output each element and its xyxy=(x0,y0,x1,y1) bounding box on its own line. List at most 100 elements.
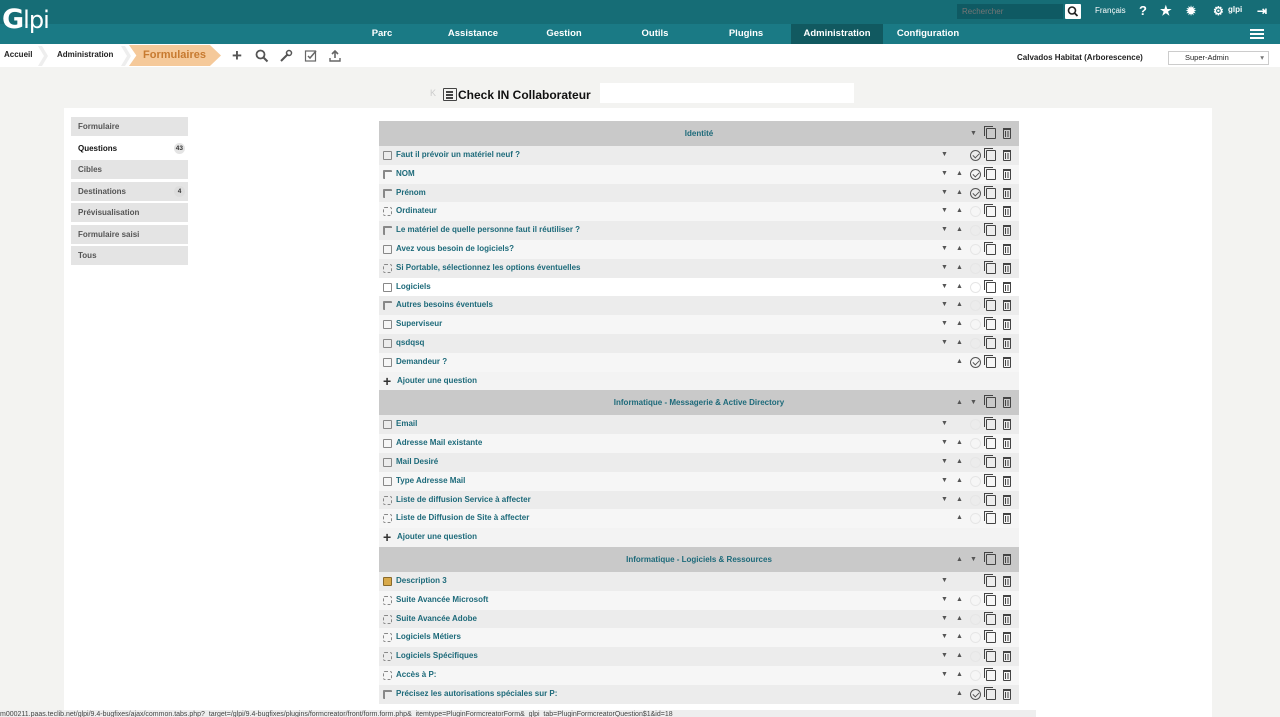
duplicate-icon[interactable] xyxy=(984,354,996,368)
delete-icon[interactable] xyxy=(1003,669,1011,681)
duplicate-icon[interactable] xyxy=(984,611,996,625)
move-up-icon[interactable]: ▲ xyxy=(956,666,963,685)
question-label[interactable]: Logiciels xyxy=(396,282,431,291)
tab-previsualisation[interactable]: Prévisualisation xyxy=(71,203,188,222)
duplicate-icon[interactable] xyxy=(984,223,996,237)
delete-icon[interactable] xyxy=(1003,150,1011,161)
move-down-icon[interactable]: ▼ xyxy=(941,184,948,203)
move-down-icon[interactable]: ▼ xyxy=(941,259,948,278)
menu-gestion[interactable]: Gestion xyxy=(534,24,594,44)
required-toggle-off[interactable] xyxy=(970,225,981,237)
question-label[interactable]: Type Adresse Mail xyxy=(396,476,465,485)
duplicate-icon[interactable] xyxy=(984,551,996,565)
search-icon[interactable] xyxy=(254,48,270,64)
move-up-icon[interactable]: ▲ xyxy=(956,390,963,415)
language-selector[interactable]: Français xyxy=(1095,6,1126,15)
required-toggle-off[interactable] xyxy=(970,613,981,625)
menu-administration[interactable]: Administration xyxy=(791,24,883,44)
menu-outils[interactable]: Outils xyxy=(628,24,682,44)
move-down-icon[interactable]: ▼ xyxy=(941,647,948,666)
move-up-icon[interactable]: ▲ xyxy=(956,472,963,491)
breadcrumb-home[interactable]: Accueil xyxy=(4,50,32,59)
question-label[interactable]: Description 3 xyxy=(396,576,447,585)
tab-formulaire[interactable]: Formulaire xyxy=(71,117,188,136)
required-toggle-off[interactable] xyxy=(970,632,981,644)
question-label[interactable]: Précisez les autorisations spéciales sur… xyxy=(396,689,557,698)
help-icon[interactable]: ? xyxy=(1139,4,1147,18)
delete-icon[interactable] xyxy=(1003,187,1011,199)
duplicate-icon[interactable] xyxy=(984,667,996,681)
delete-icon[interactable] xyxy=(1003,575,1011,587)
question-label[interactable]: Faut il prévoir un matériel neuf ? xyxy=(396,150,520,159)
tab-destinations[interactable]: Destinations 4 xyxy=(71,181,188,201)
delete-icon[interactable] xyxy=(1003,128,1011,139)
delete-icon[interactable] xyxy=(1003,438,1011,450)
move-down-icon[interactable]: ▼ xyxy=(941,610,948,629)
section-title[interactable]: Informatique - Logiciels & Ressources xyxy=(626,555,772,564)
delete-icon[interactable] xyxy=(1003,243,1011,255)
move-up-icon[interactable]: ▲ xyxy=(956,610,963,629)
move-up-icon[interactable]: ▲ xyxy=(956,221,963,240)
move-up-icon[interactable]: ▲ xyxy=(956,184,963,203)
required-toggle-on[interactable] xyxy=(970,168,981,180)
duplicate-icon[interactable] xyxy=(984,592,996,606)
move-down-icon[interactable]: ▼ xyxy=(941,572,948,591)
delete-icon[interactable] xyxy=(1003,356,1011,368)
breadcrumb-administration[interactable]: Administration xyxy=(57,50,113,59)
move-up-icon[interactable]: ▲ xyxy=(956,278,963,297)
duplicate-icon[interactable] xyxy=(984,473,996,487)
question-label[interactable]: Demandeur ? xyxy=(396,357,447,366)
question-label[interactable]: Logiciels Métiers xyxy=(396,632,461,641)
duplicate-icon[interactable] xyxy=(984,260,996,274)
move-down-icon[interactable]: ▼ xyxy=(941,240,948,259)
add-icon[interactable]: + xyxy=(229,47,245,64)
move-down-icon[interactable]: ▼ xyxy=(970,390,977,415)
star-icon[interactable]: ★ xyxy=(1160,4,1172,18)
move-down-icon[interactable]: ▼ xyxy=(941,296,948,315)
duplicate-icon[interactable] xyxy=(984,317,996,331)
question-label[interactable]: Prénom xyxy=(396,188,426,197)
required-toggle-off[interactable] xyxy=(970,513,981,525)
tab-tous[interactable]: Tous xyxy=(71,246,188,265)
move-down-icon[interactable]: ▼ xyxy=(941,278,948,297)
question-label[interactable]: Accès à P: xyxy=(396,670,436,679)
duplicate-icon[interactable] xyxy=(984,335,996,349)
duplicate-icon[interactable] xyxy=(984,126,996,139)
question-label[interactable]: NOM xyxy=(396,169,415,178)
move-up-icon[interactable]: ▲ xyxy=(956,202,963,221)
tab-cibles[interactable]: Cibles xyxy=(71,160,188,179)
menu-plugins[interactable]: Plugins xyxy=(716,24,776,44)
move-up-icon[interactable]: ▲ xyxy=(956,434,963,453)
duplicate-icon[interactable] xyxy=(984,686,996,700)
question-label[interactable]: Liste de diffusion Service à affecter xyxy=(396,495,531,504)
duplicate-icon[interactable] xyxy=(984,649,996,663)
menu-configuration[interactable]: Configuration xyxy=(885,24,971,44)
delete-icon[interactable] xyxy=(1003,168,1011,180)
move-down-icon[interactable]: ▼ xyxy=(941,415,948,434)
move-up-icon[interactable]: ▲ xyxy=(956,240,963,259)
checklist-icon[interactable] xyxy=(303,48,319,64)
tab-questions[interactable]: Questions 43 xyxy=(71,138,188,158)
required-toggle-off[interactable] xyxy=(970,262,981,274)
delete-icon[interactable] xyxy=(1003,613,1011,625)
duplicate-icon[interactable] xyxy=(984,454,996,468)
question-label[interactable]: Autres besoins éventuels xyxy=(396,300,493,309)
duplicate-icon[interactable] xyxy=(984,204,996,218)
move-down-icon[interactable]: ▼ xyxy=(941,221,948,240)
move-down-icon[interactable]: ▼ xyxy=(941,202,948,221)
question-label[interactable]: Ordinateur xyxy=(396,206,437,215)
move-up-icon[interactable]: ▲ xyxy=(956,509,963,528)
move-down-icon[interactable]: ▼ xyxy=(941,165,948,184)
move-down-icon[interactable]: ▼ xyxy=(941,434,948,453)
user-name[interactable]: glpi xyxy=(1228,5,1242,14)
required-toggle-on[interactable] xyxy=(970,688,981,700)
question-label[interactable]: Mail Desiré xyxy=(396,457,438,466)
move-down-icon[interactable]: ▼ xyxy=(941,628,948,647)
move-up-icon[interactable]: ▲ xyxy=(956,591,963,610)
delete-icon[interactable] xyxy=(1003,456,1011,468)
move-down-icon[interactable]: ▼ xyxy=(941,334,948,353)
move-up-icon[interactable]: ▲ xyxy=(956,685,963,704)
delete-icon[interactable] xyxy=(1003,688,1011,700)
hamburger-menu-icon[interactable] xyxy=(1250,27,1264,41)
gear-icon[interactable]: ⚙ xyxy=(1213,4,1224,18)
